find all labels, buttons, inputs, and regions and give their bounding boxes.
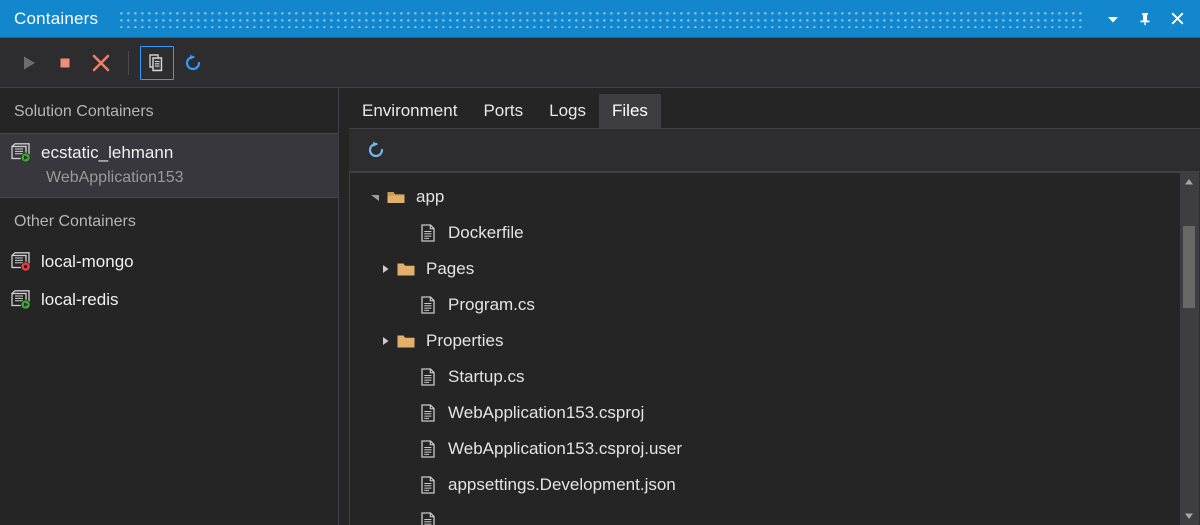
tree-row-label: Dockerfile [448, 223, 524, 242]
tree-row-label: Startup.cs [448, 367, 525, 386]
details-tab-strip: Environment Ports Logs Files [349, 88, 1200, 128]
window-title-bar: Containers [0, 0, 1200, 38]
twisty-placeholder [396, 395, 418, 431]
files-tab-content: app Dockerfile Pages Program.cs Properti… [349, 128, 1200, 525]
refresh-files-button[interactable] [361, 135, 391, 165]
file-icon [421, 476, 435, 494]
tree-row-webapplication153-csproj[interactable]: WebApplication153.csproj [350, 395, 1180, 431]
chevron-down-icon[interactable] [1098, 5, 1128, 33]
files-area: app Dockerfile Pages Program.cs Properti… [349, 172, 1199, 525]
refresh-button[interactable] [176, 46, 210, 80]
container-running-icon [11, 290, 31, 310]
container-item-row: ecstatic_lehmann [10, 142, 338, 164]
window-drag-handle[interactable] [120, 9, 1084, 28]
scrollbar-track[interactable] [1180, 191, 1198, 507]
main-toolbar [0, 38, 1200, 88]
body-split: Solution Containers ecstatic_lehmann Web… [0, 88, 1200, 525]
scroll-down-arrow-icon[interactable] [1180, 507, 1198, 525]
tree-row-dockerfile[interactable]: Dockerfile [350, 215, 1180, 251]
tree-row-label: Pages [426, 259, 475, 278]
toolbar-separator [128, 50, 129, 75]
container-stopped-icon [11, 252, 31, 272]
folder-icon [397, 335, 415, 348]
container-item-row: local-redis [10, 289, 338, 311]
twisty-placeholder [396, 431, 418, 467]
file-icon [421, 404, 435, 422]
folder-open-icon [387, 192, 405, 203]
twisty-placeholder [396, 359, 418, 395]
tree-row-properties[interactable]: Properties [350, 323, 1180, 359]
twisty-placeholder [396, 503, 418, 525]
file-icon [421, 368, 435, 386]
group-header-solution-containers: Solution Containers [14, 103, 154, 120]
tree-row-label: app [416, 187, 445, 206]
file-icon [421, 440, 435, 458]
container-item-ecstatic-lehmann[interactable]: ecstatic_lehmann WebApplication153 [0, 133, 338, 198]
tree-row-label: WebApplication153.csproj [448, 403, 645, 422]
twisty-placeholder [396, 287, 418, 323]
containers-tool-window: Containers Solution Containers ecstatic_… [0, 0, 1200, 525]
container-name: local-redis [41, 290, 119, 309]
container-name: local-mongo [41, 252, 134, 271]
tree-row-startup-cs[interactable]: Startup.cs [350, 359, 1180, 395]
twisty-placeholder [396, 215, 418, 251]
window-controls [1098, 5, 1200, 33]
start-button[interactable] [12, 46, 46, 80]
tree-row-partial[interactable] [350, 503, 1180, 525]
tab-ports[interactable]: Ports [470, 94, 536, 128]
file-icon [421, 224, 435, 242]
page-title: Containers [14, 8, 99, 28]
chevron-right-icon[interactable] [374, 323, 396, 359]
container-running-icon [11, 143, 31, 163]
pin-icon[interactable] [1130, 5, 1160, 33]
file-tree: app Dockerfile Pages Program.cs Properti… [350, 173, 1180, 525]
tree-row-webapplication153-csproj-user[interactable]: WebApplication153.csproj.user [350, 431, 1180, 467]
scroll-up-arrow-icon[interactable] [1180, 173, 1198, 191]
files-toolbar [349, 129, 1200, 172]
tree-row-pages[interactable]: Pages [350, 251, 1180, 287]
group-header-other-containers: Other Containers [14, 213, 136, 230]
file-tree-scrollbar[interactable] [1180, 173, 1198, 525]
twisty-placeholder [396, 467, 418, 503]
folder-icon [397, 263, 415, 276]
file-icon [421, 512, 435, 525]
containers-list-panel: Solution Containers ecstatic_lehmann Web… [0, 88, 339, 525]
tree-row-program-cs[interactable]: Program.cs [350, 287, 1180, 323]
container-subtitle: WebApplication153 [46, 169, 184, 186]
tab-logs[interactable]: Logs [536, 94, 599, 128]
container-item-row: local-mongo [10, 251, 338, 273]
tree-row-label: appsettings.Development.json [448, 475, 676, 494]
tree-row-app[interactable]: app [350, 179, 1180, 215]
container-details-panel: Environment Ports Logs Files app Dockerf… [339, 88, 1200, 525]
file-icon [421, 296, 435, 314]
tab-files[interactable]: Files [599, 94, 661, 128]
tree-row-label: WebApplication153.csproj.user [448, 439, 683, 458]
close-icon[interactable] [1162, 5, 1192, 33]
remove-button[interactable] [84, 46, 118, 80]
container-item-local-mongo[interactable]: local-mongo [0, 243, 338, 281]
container-name: ecstatic_lehmann [41, 143, 174, 162]
container-item-local-redis[interactable]: local-redis [0, 281, 338, 319]
tree-row-label: Program.cs [448, 295, 535, 314]
tab-environment[interactable]: Environment [349, 94, 470, 128]
stop-button[interactable] [48, 46, 82, 80]
view-files-button[interactable] [140, 45, 174, 80]
chevron-down-icon[interactable] [364, 179, 386, 215]
scrollbar-thumb[interactable] [1183, 225, 1195, 308]
chevron-right-icon[interactable] [374, 251, 396, 287]
tree-row-appsettings-development-json[interactable]: appsettings.Development.json [350, 467, 1180, 503]
tree-row-label: Properties [426, 331, 504, 350]
